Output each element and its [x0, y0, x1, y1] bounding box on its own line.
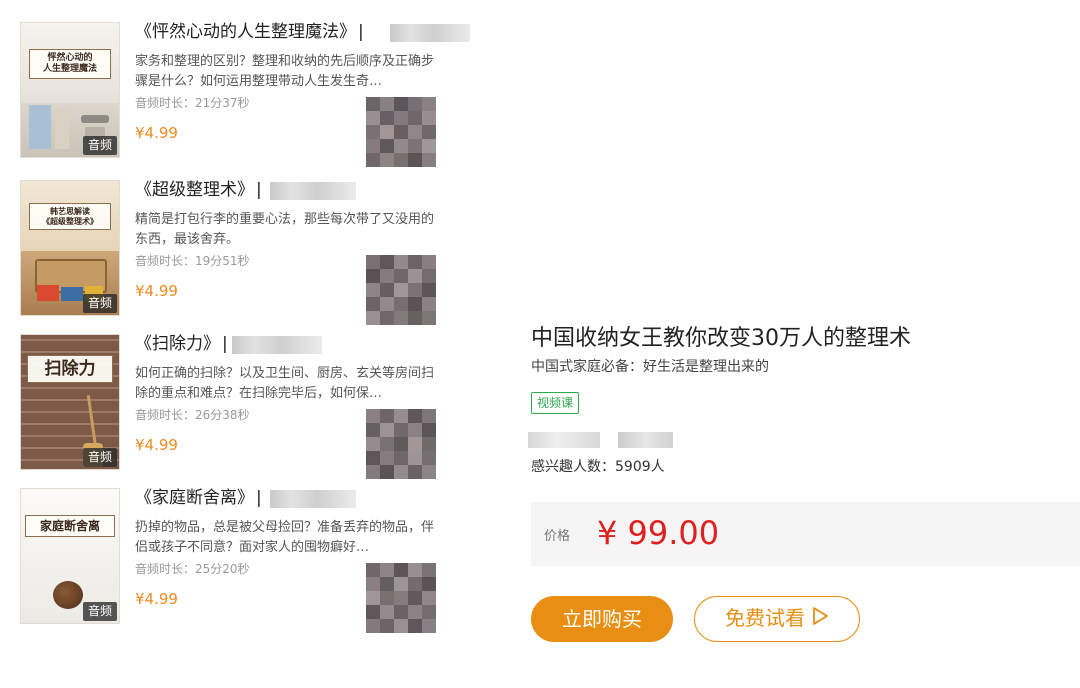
price-panel: 价格 ¥ 99.00 — [531, 502, 1080, 566]
audio-badge: 音频 — [82, 294, 117, 313]
page-subtitle: 中国式家庭必备：好生活是整理出来的 — [531, 359, 769, 375]
course-cover-3[interactable]: 扫除力 音频 — [20, 334, 120, 470]
course-duration: 音频时长：21分37秒 — [135, 96, 250, 110]
course-title[interactable]: 《超级整理术》 | — [135, 178, 262, 202]
course-item-3[interactable]: 扫除力 音频 《扫除力》 | 如何正确的扫除？以及卫生间、厨房、玄关等房间扫除的重… — [20, 326, 440, 479]
course-price: ¥4.99 — [135, 436, 178, 454]
blurred-thumbnail — [366, 409, 436, 479]
cover-title-1: 怦然心动的 人生整理魔法 — [29, 49, 111, 79]
course-price: ¥4.99 — [135, 282, 178, 300]
course-title[interactable]: 《怦然心动的人生整理魔法》 | — [135, 20, 364, 44]
course-price: ¥4.99 — [135, 124, 178, 142]
video-course-tag: 视频课 — [531, 392, 580, 414]
clothes-illustration — [29, 105, 51, 149]
course-cover-1[interactable]: 怦然心动的 人生整理魔法 音频 — [20, 22, 120, 158]
play-triangle-icon — [811, 598, 829, 641]
course-title[interactable]: 《家庭断舍离》 | — [135, 486, 262, 510]
course-description: 如何正确的扫除？以及卫生间、厨房、玄关等房间扫除的重点和难点？在扫除完毕后，如何… — [135, 366, 435, 401]
cover-title-4: 家庭断舍离 — [25, 515, 115, 538]
course-duration: 音频时长：25分20秒 — [135, 562, 250, 576]
title-blur — [390, 24, 470, 42]
course-description: 家务和整理的区别？整理和收纳的先后顺序及正确步骤是什么？如何运用整理带动人生发生… — [135, 54, 435, 89]
audio-badge: 音频 — [82, 448, 117, 467]
title-blur — [270, 182, 356, 200]
blurred-thumbnail — [366, 255, 436, 325]
course-title[interactable]: 《扫除力》 | — [135, 332, 228, 356]
course-duration: 音频时长：26分38秒 — [135, 408, 250, 422]
decor-ball-illustration — [53, 581, 83, 609]
course-item-2[interactable]: 韩艺思解读 《超级整理术》 音频 《超级整理术》 | 精简是打包行李的重要心法，那… — [20, 172, 440, 325]
course-duration: 音频时长：19分51秒 — [135, 254, 250, 268]
cover-title-3: 扫除力 — [27, 355, 113, 384]
price-label: 价格 — [544, 529, 571, 544]
interest-count: 感兴趣人数：5909人 — [531, 459, 665, 475]
blurred-thumbnail — [366, 97, 436, 167]
page-title: 中国收纳女王教你改变30万人的整理术 — [531, 326, 911, 351]
course-item-1[interactable]: 怦然心动的 人生整理魔法 音频 《怦然心动的人生整理魔法》 | 家务和整理的区别？… — [20, 14, 470, 167]
blurred-info — [618, 432, 673, 448]
blurred-thumbnail — [366, 563, 436, 633]
course-price: ¥4.99 — [135, 590, 178, 608]
course-item-4[interactable]: 家庭断舍离 音频 《家庭断舍离》 | 扔掉的物品，总是被父母捡回？准备丢弃的物品，… — [20, 480, 440, 633]
course-detail: 中国收纳女王教你改变30万人的整理术 中国式家庭必备：好生活是整理出来的 视频课… — [510, 0, 1080, 688]
buy-now-button[interactable]: 立即购买 — [531, 596, 673, 642]
audio-badge: 音频 — [82, 602, 117, 621]
blurred-info — [528, 432, 600, 448]
course-cover-2[interactable]: 韩艺思解读 《超级整理术》 音频 — [20, 180, 120, 316]
title-blur — [270, 490, 356, 508]
title-blur — [232, 336, 322, 354]
free-trial-button[interactable]: 免费试看 — [694, 596, 860, 642]
course-description: 精简是打包行李的重要心法，那些每次带了又没用的东西，最该舍弃。 — [135, 212, 435, 247]
course-description: 扔掉的物品，总是被父母捡回？准备丢弃的物品，伴侣或孩子不同意？面对家人的囤物癖好… — [135, 520, 435, 555]
audio-badge: 音频 — [82, 136, 117, 155]
cover-title-2: 韩艺思解读 《超级整理术》 — [29, 203, 111, 231]
price-value: ¥ 99.00 — [597, 514, 720, 552]
course-cover-4[interactable]: 家庭断舍离 音频 — [20, 488, 120, 624]
free-trial-label: 免费试看 — [725, 606, 805, 630]
course-list: 怦然心动的 人生整理魔法 音频 《怦然心动的人生整理魔法》 | 家务和整理的区别？… — [0, 0, 470, 688]
